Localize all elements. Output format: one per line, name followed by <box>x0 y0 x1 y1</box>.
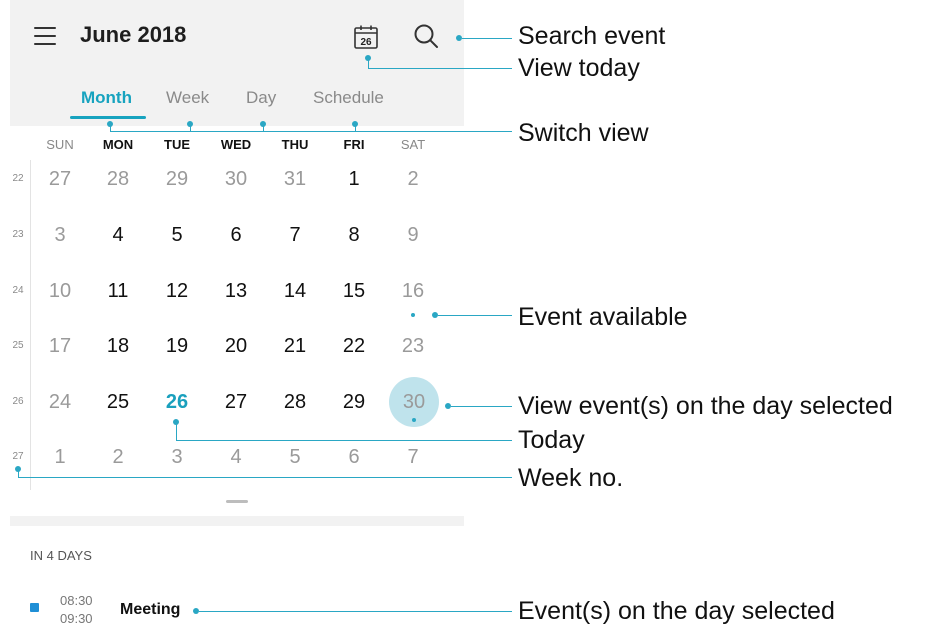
calendar-day[interactable]: 14 <box>270 280 320 303</box>
calendar-day[interactable]: 29 <box>152 168 202 191</box>
annotation-event-available: Event available <box>518 303 688 331</box>
week-number: 23 <box>12 229 24 240</box>
calendar-day[interactable]: 10 <box>35 280 85 303</box>
calendar-day[interactable]: 27 <box>35 168 85 191</box>
annotation-line <box>451 406 512 407</box>
annotation-events-day-selected: Event(s) on the day selected <box>518 597 835 625</box>
calendar-day[interactable]: 30 <box>211 168 261 191</box>
calendar-day-selected[interactable]: 30 <box>389 391 439 414</box>
upcoming-heading: IN 4 DAYS <box>30 548 92 563</box>
annotation-week-no: Week no. <box>518 464 624 492</box>
event-color-marker <box>30 603 39 612</box>
weekday-header: TUE <box>164 137 190 152</box>
calendar-day[interactable]: 3 <box>35 224 85 247</box>
calendar-day[interactable]: 29 <box>329 391 379 414</box>
event-indicator-dot <box>412 418 416 422</box>
tab-month[interactable]: Month <box>81 88 132 108</box>
annotation-today: Today <box>518 426 585 454</box>
annotation-search-event: Search event <box>518 22 666 50</box>
annotation-line <box>110 131 512 132</box>
menu-icon[interactable] <box>34 27 56 47</box>
app-header <box>10 0 464 126</box>
annotation-line <box>368 68 512 69</box>
calendar-day[interactable]: 24 <box>35 391 85 414</box>
annotation-view-events-selected: View event(s) on the day selected <box>518 392 893 420</box>
annotation-line <box>18 477 512 478</box>
calendar-day[interactable]: 25 <box>93 391 143 414</box>
calendar-day-today[interactable]: 26 <box>152 391 202 414</box>
calendar-day[interactable]: 28 <box>93 168 143 191</box>
active-tab-indicator <box>70 116 146 119</box>
calendar-day[interactable]: 15 <box>329 280 379 303</box>
weekday-header: MON <box>102 137 134 152</box>
calendar-day[interactable]: 7 <box>388 446 438 469</box>
calendar-day[interactable]: 7 <box>270 224 320 247</box>
calendar-day[interactable]: 31 <box>270 168 320 191</box>
calendar-day[interactable]: 12 <box>152 280 202 303</box>
calendar-day[interactable]: 17 <box>35 335 85 358</box>
calendar-day[interactable]: 13 <box>211 280 261 303</box>
event-title[interactable]: Meeting <box>120 601 180 619</box>
calendar-day[interactable]: 27 <box>211 391 261 414</box>
weekday-header: FRI <box>343 137 365 152</box>
annotation-switch-view: Switch view <box>518 119 649 147</box>
calendar-icon-day: 26 <box>360 37 372 48</box>
annotation-line <box>199 611 512 612</box>
calendar-day[interactable]: 4 <box>211 446 261 469</box>
annotation-line <box>176 422 177 441</box>
calendar-day[interactable]: 16 <box>388 280 438 303</box>
annotation-line <box>462 38 512 39</box>
weekday-header: THU <box>281 137 309 152</box>
calendar-day[interactable]: 5 <box>270 446 320 469</box>
calendar-day[interactable]: 5 <box>152 224 202 247</box>
calendar-day[interactable]: 11 <box>93 280 143 303</box>
week-number: 27 <box>12 451 24 462</box>
annotation-view-today: View today <box>518 54 640 82</box>
calendar-day[interactable]: 6 <box>329 446 379 469</box>
event-start-time: 08:30 <box>60 593 93 608</box>
calendar-day[interactable]: 2 <box>93 446 143 469</box>
annotation-line <box>438 315 512 316</box>
calendar-day[interactable]: 22 <box>329 335 379 358</box>
calendar-day[interactable]: 1 <box>35 446 85 469</box>
week-number-divider <box>30 160 31 490</box>
calendar-day[interactable]: 6 <box>211 224 261 247</box>
week-number: 26 <box>12 396 24 407</box>
drag-handle[interactable] <box>226 500 248 503</box>
event-end-time: 09:30 <box>60 611 93 626</box>
calendar-day[interactable]: 1 <box>329 168 379 191</box>
annotation-line <box>176 440 512 441</box>
weekday-header: SUN <box>46 137 74 152</box>
event-indicator-dot <box>411 313 415 317</box>
tab-schedule[interactable]: Schedule <box>313 88 384 108</box>
tab-day[interactable]: Day <box>246 88 276 108</box>
calendar-day[interactable]: 20 <box>211 335 261 358</box>
tab-week[interactable]: Week <box>166 88 209 108</box>
calendar-day[interactable]: 2 <box>388 168 438 191</box>
search-icon[interactable] <box>412 22 440 50</box>
calendar-day[interactable]: 4 <box>93 224 143 247</box>
weekday-header: SAT <box>400 137 426 152</box>
calendar-day[interactable]: 21 <box>270 335 320 358</box>
calendar-day[interactable]: 19 <box>152 335 202 358</box>
section-divider <box>10 516 464 526</box>
month-title: June 2018 <box>80 22 187 47</box>
weekday-header: WED <box>220 137 252 152</box>
today-calendar-icon[interactable]: 26 <box>353 24 379 50</box>
week-number: 24 <box>12 285 24 296</box>
calendar-day[interactable]: 18 <box>93 335 143 358</box>
calendar-day[interactable]: 8 <box>329 224 379 247</box>
week-number: 22 <box>12 173 24 184</box>
calendar-day[interactable]: 23 <box>388 335 438 358</box>
calendar-day[interactable]: 28 <box>270 391 320 414</box>
week-number: 25 <box>12 340 24 351</box>
calendar-day[interactable]: 3 <box>152 446 202 469</box>
calendar-day[interactable]: 9 <box>388 224 438 247</box>
